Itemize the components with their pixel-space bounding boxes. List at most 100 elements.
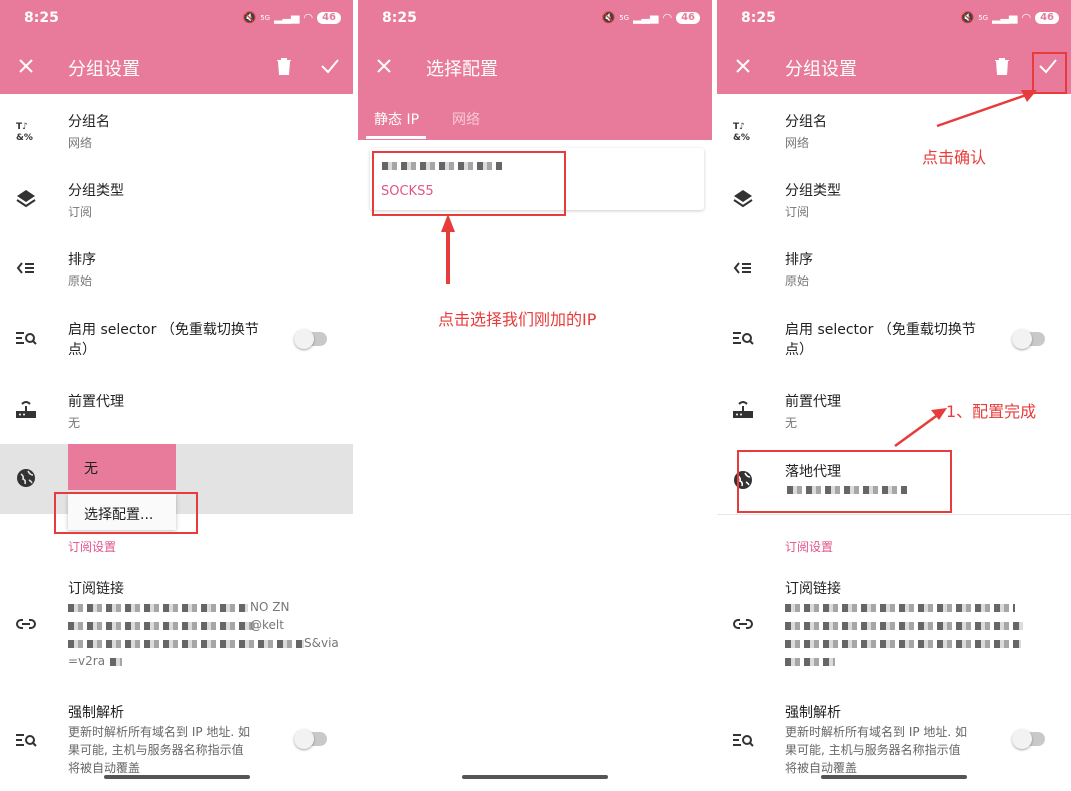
- annotation-select-ip: 点击选择我们刚加的IP: [438, 310, 597, 329]
- wifi-icon: ◠: [303, 11, 314, 24]
- tab-network[interactable]: 网络: [452, 109, 480, 129]
- subscription-link-row[interactable]: 订阅链接 NO ZN @kelt S&via =v2ra: [0, 572, 353, 682]
- dropdown-option-none[interactable]: 无: [68, 444, 176, 490]
- selector-toggle[interactable]: [1012, 329, 1045, 349]
- router-icon: [16, 401, 36, 418]
- text-format-icon: T♪&%: [733, 122, 750, 142]
- front-proxy-row[interactable]: 前置代理 无: [0, 376, 353, 444]
- sort-value: 原始: [785, 274, 810, 288]
- annotation-config-done: 1、配置完成: [946, 402, 1037, 421]
- delete-icon[interactable]: [990, 54, 1014, 78]
- mute-icon: 🔇: [960, 11, 975, 24]
- selector-label-1: 启用 selector （免重载切换节: [68, 322, 259, 338]
- status-icons: 🔇 5G ▂▃▅ ◠ 46: [242, 11, 341, 24]
- tab-indicator: [366, 136, 426, 139]
- sort-row[interactable]: 排序 原始: [717, 234, 1071, 302]
- search-list-icon: [16, 332, 37, 345]
- front-proxy-value: 无: [68, 416, 81, 430]
- annotation-box-card: [372, 151, 566, 216]
- front-proxy-value: 无: [785, 416, 798, 430]
- page-title: 分组设置: [785, 59, 857, 80]
- dropdown-option-none-label: 无: [84, 461, 98, 477]
- front-proxy-label: 前置代理: [68, 394, 124, 410]
- wifi-icon: ◠: [1021, 11, 1032, 24]
- battery-badge: 46: [317, 11, 341, 24]
- search-list-icon: [733, 332, 754, 345]
- force-resolve-row[interactable]: 强制解析 更新时解析所有域名到 IP 地址. 如 果可能, 主机与服务器名称指示…: [0, 696, 353, 780]
- app-bar: 分组设置: [0, 38, 353, 94]
- delete-icon[interactable]: [272, 54, 296, 78]
- screen-group-settings-after: 8:25 🔇 5G ▂▃▅ ◠ 46 分组设置 点击确认 T♪ &% 分组名 网络…: [717, 0, 1071, 791]
- selector-row[interactable]: 启用 selector （免重载切换节 点）: [717, 304, 1071, 374]
- group-type-value: 订阅: [785, 205, 810, 219]
- status-icons: 🔇 5G ▂▃▅ ◠ 46: [601, 11, 700, 24]
- network-type: 5G: [978, 13, 989, 22]
- redacted-url-1: [68, 604, 248, 612]
- status-icons: 🔇 5G ▂▃▅ ◠ 46: [960, 11, 1059, 24]
- redacted-url-4: [110, 658, 122, 666]
- close-icon[interactable]: [372, 54, 396, 78]
- selector-label-1: 启用 selector （免重载切换节: [785, 322, 976, 338]
- group-type-row[interactable]: 分组类型 订阅: [0, 165, 353, 233]
- mute-icon: 🔇: [601, 11, 616, 24]
- search-list-icon: [733, 734, 754, 747]
- sort-label: 排序: [785, 252, 813, 268]
- sort-row[interactable]: 排序 原始: [0, 234, 353, 302]
- redacted-url-2: [68, 622, 256, 630]
- group-name-label: 分组名: [68, 114, 110, 130]
- url-tail-2: @kelt: [250, 618, 284, 632]
- force-resolve-desc-1: 更新时解析所有域名到 IP 地址. 如: [785, 725, 968, 739]
- force-resolve-row[interactable]: 强制解析 更新时解析所有域名到 IP 地址. 如 果可能, 主机与服务器名称指示…: [717, 696, 1071, 780]
- annotation-box-landing: [737, 450, 952, 513]
- screen-select-config: 8:25 🔇 5G ▂▃▅ ◠ 46 选择配置 静态 IP 网络 SOCKS5 …: [358, 0, 712, 791]
- router-icon: [733, 401, 753, 418]
- group-name-row[interactable]: T♪ &% 分组名 网络: [0, 96, 353, 164]
- redacted-url-2: [785, 622, 1023, 630]
- wifi-icon: ◠: [662, 11, 673, 24]
- search-list-icon: [16, 734, 37, 747]
- force-resolve-toggle[interactable]: [1012, 729, 1045, 749]
- mute-icon: 🔇: [242, 11, 257, 24]
- tab-static-ip[interactable]: 静态 IP: [374, 109, 419, 129]
- redacted-url-4: [785, 658, 835, 666]
- group-name-value: 网络: [785, 136, 810, 150]
- sort-icon: [733, 262, 751, 274]
- force-resolve-desc-1: 更新时解析所有域名到 IP 地址. 如: [68, 725, 251, 739]
- group-type-row[interactable]: 分组类型 订阅: [717, 165, 1071, 233]
- selector-toggle[interactable]: [294, 329, 327, 349]
- battery-badge: 46: [676, 11, 700, 24]
- redacted-url-3: [68, 640, 304, 648]
- page-title: 分组设置: [68, 59, 140, 80]
- signal-icon: ▂▃▅: [992, 11, 1018, 24]
- section-title-subscription: 订阅设置: [68, 540, 117, 554]
- front-proxy-label: 前置代理: [785, 394, 841, 410]
- close-icon[interactable]: [14, 54, 38, 78]
- home-indicator: [462, 775, 608, 779]
- status-bar: 8:25 🔇 5G ▂▃▅ ◠ 46: [0, 0, 353, 38]
- svg-text:&%: &%: [16, 133, 33, 142]
- selector-row[interactable]: 启用 selector （免重载切换节 点）: [0, 304, 353, 374]
- force-resolve-toggle[interactable]: [294, 729, 327, 749]
- selector-label-2: 点）: [68, 342, 96, 358]
- check-icon[interactable]: [318, 54, 342, 78]
- status-time: 8:25: [741, 10, 776, 26]
- text-format-icon: T♪&%: [16, 122, 33, 142]
- tab-bar: 静态 IP 网络: [358, 94, 712, 140]
- status-time: 8:25: [382, 10, 417, 26]
- subscription-link-label: 订阅链接: [785, 581, 841, 597]
- group-name-row[interactable]: T♪ &% 分组名 网络: [717, 96, 1071, 164]
- home-indicator: [821, 775, 967, 779]
- section-title-subscription: 订阅设置: [785, 540, 834, 554]
- force-resolve-label: 强制解析: [785, 705, 841, 721]
- group-name-label: 分组名: [785, 114, 827, 130]
- sort-icon: [16, 262, 34, 274]
- sort-value: 原始: [68, 274, 93, 288]
- close-icon[interactable]: [731, 54, 755, 78]
- status-time: 8:25: [24, 10, 59, 26]
- network-type: 5G: [260, 13, 271, 22]
- app-bar: 选择配置: [358, 38, 712, 94]
- globe-icon: [17, 469, 35, 487]
- subscription-link-row[interactable]: 订阅链接: [717, 572, 1071, 682]
- layers-icon: [733, 190, 753, 208]
- force-resolve-desc-2: 果可能, 主机与服务器名称指示值: [785, 743, 961, 757]
